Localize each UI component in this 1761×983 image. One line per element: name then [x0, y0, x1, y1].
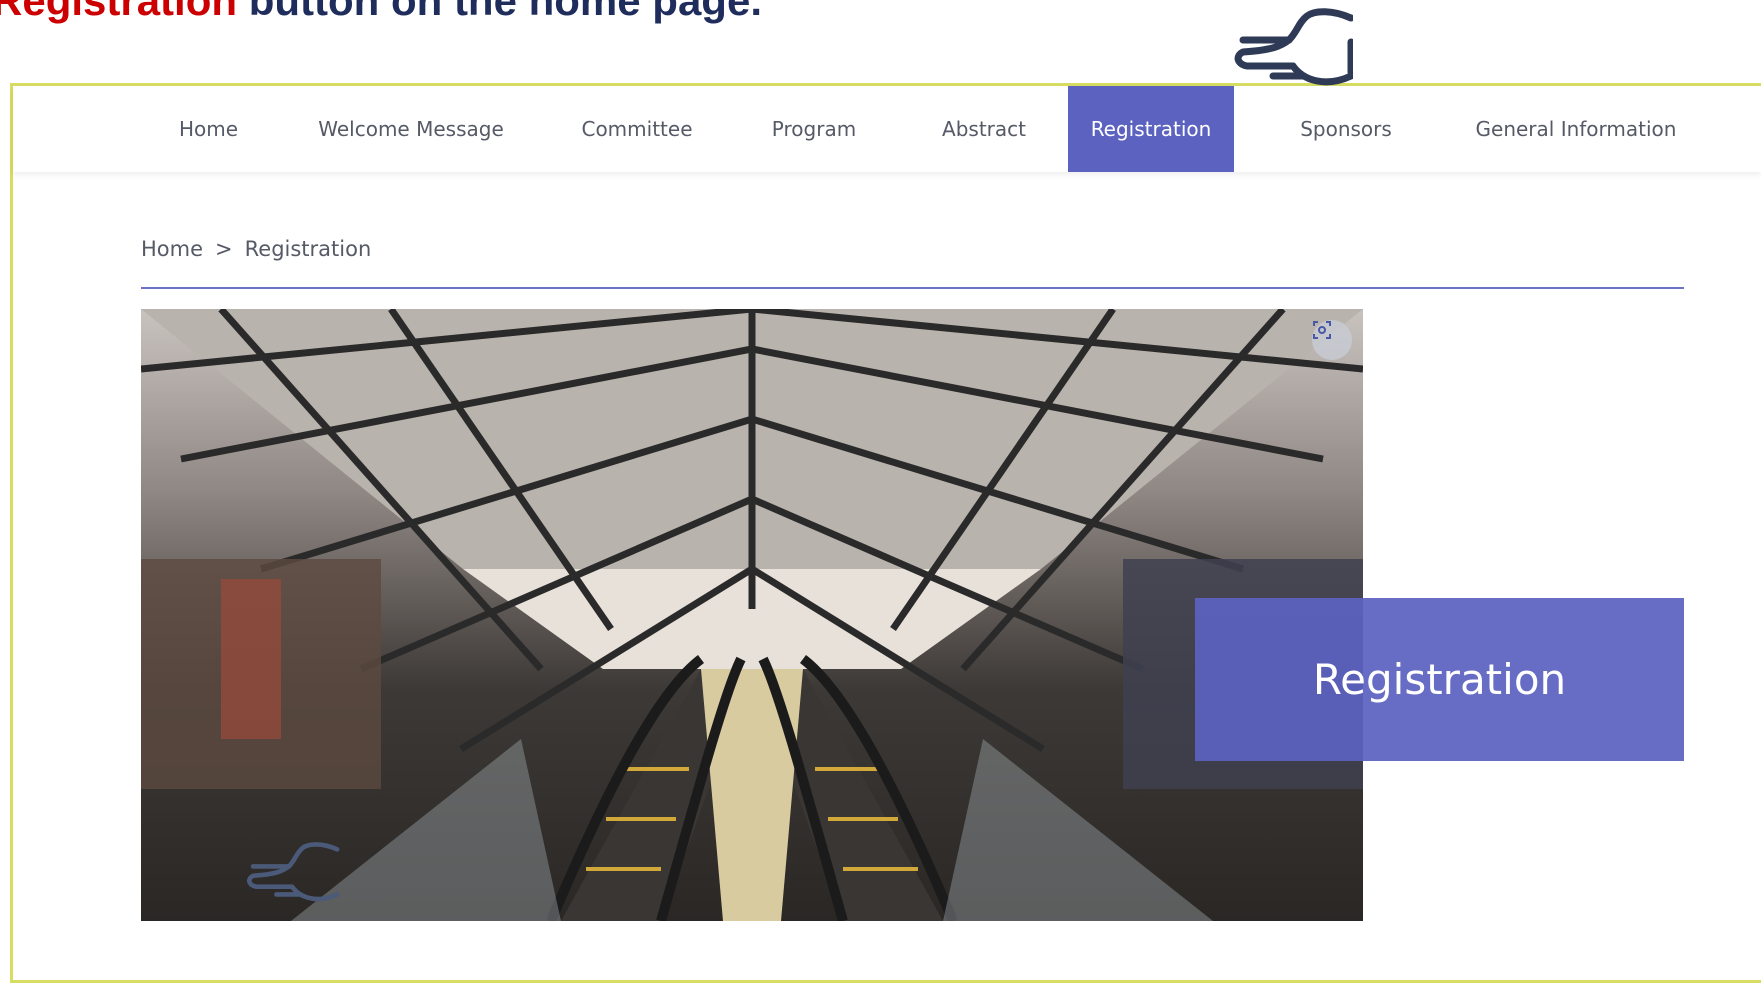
nav-item-home[interactable]: Home [151, 86, 266, 172]
breadcrumb: Home > Registration [141, 237, 371, 261]
registration-overlay-title: Registration [1312, 655, 1567, 704]
image-scan-button[interactable] [1312, 320, 1352, 360]
nav-item-committee[interactable]: Committee [561, 86, 713, 172]
nav-item-abstract[interactable]: Abstract [918, 86, 1050, 172]
pointing-hand-icon [1234, 8, 1353, 86]
nav-item-label: Sponsors [1300, 117, 1392, 141]
nav-item-label: Abstract [942, 117, 1026, 141]
nav-item-welcome-message[interactable]: Welcome Message [301, 86, 521, 172]
breadcrumb-home-link[interactable]: Home [141, 237, 203, 261]
hero-image [141, 309, 1363, 921]
top-nav: Home Welcome Message Committee Program A… [13, 86, 1761, 172]
breadcrumb-current: Registration [244, 237, 372, 261]
scan-icon [1313, 321, 1331, 339]
instruction-highlight: Registration [0, 0, 238, 24]
nav-item-general-information[interactable]: General Information [1456, 86, 1696, 172]
registration-overlay: Registration [1195, 598, 1684, 761]
nav-item-label: General Information [1475, 117, 1677, 141]
breadcrumb-divider [141, 287, 1684, 289]
breadcrumb-separator: > [215, 237, 233, 261]
nav-item-label: Home [178, 117, 239, 141]
instruction-text: button on the home page. [237, 0, 762, 24]
nav-item-sponsors[interactable]: Sponsors [1273, 86, 1419, 172]
nav-item-label: Committee [581, 117, 693, 141]
nav-item-program[interactable]: Program [751, 86, 877, 172]
nav-item-registration[interactable]: Registration [1068, 86, 1234, 172]
hero-escalator-illustration [141, 309, 1363, 921]
nav-item-label: Welcome Message [318, 117, 504, 141]
nav-item-label: Program [771, 117, 857, 141]
nav-item-label: Registration [1090, 117, 1212, 141]
instruction-heading: Registration button on the home page. [0, 0, 762, 22]
pointing-hand-icon [246, 842, 340, 902]
